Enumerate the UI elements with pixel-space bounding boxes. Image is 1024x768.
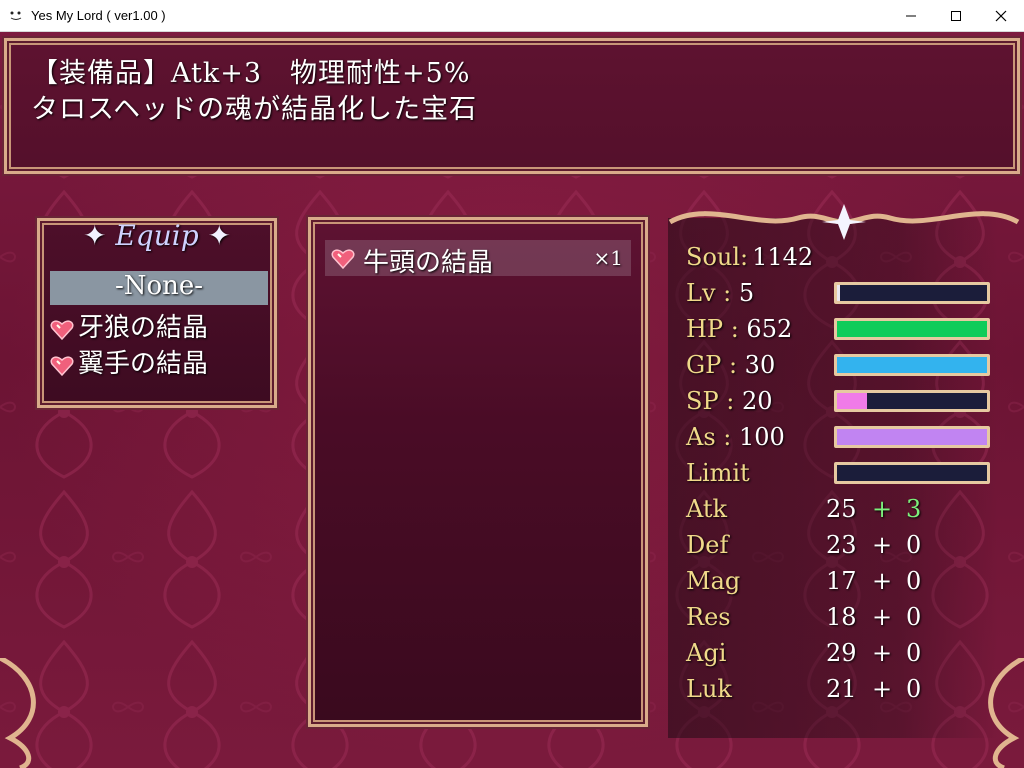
- heart-gem-icon: [50, 320, 74, 340]
- title-bar: Yes My Lord ( ver1.00 ): [0, 0, 1024, 32]
- stat-label: Res: [686, 603, 731, 631]
- gauge-sp: [834, 390, 990, 412]
- item-count: ×1: [593, 246, 623, 270]
- soul-value: 1142: [752, 243, 814, 271]
- stat-plus: +: [872, 567, 893, 595]
- stat-label: Atk: [686, 495, 728, 523]
- gauge-fill-as: [837, 429, 987, 445]
- equip-option-item[interactable]: 牙狼の結晶: [50, 307, 268, 343]
- heart-gem-icon: [50, 356, 74, 376]
- stat-base: 29: [826, 639, 857, 667]
- stat-label-sp: SP : 20: [686, 387, 773, 415]
- stat-label-lv: Lv : 5: [686, 279, 755, 307]
- minimize-button[interactable]: [888, 0, 934, 31]
- stat-bonus: 0: [906, 675, 922, 703]
- item-name: 牛頭の結晶: [363, 248, 494, 278]
- stat-bonus: 0: [906, 603, 922, 631]
- corner-ornament-left: [0, 658, 36, 768]
- app-icon: [8, 8, 24, 22]
- stat-value-gp: 30: [744, 351, 776, 379]
- stat-base: 23: [826, 531, 857, 559]
- stat-bonus: 0: [906, 639, 922, 667]
- stat-label-limit: Limit: [686, 459, 750, 487]
- stat-value-sp: 20: [741, 387, 773, 415]
- stat-value-lv: 5: [738, 279, 755, 307]
- equip-window: ✦ Equip ✦ -None- 牙狼の結晶 翼手の結晶: [37, 218, 277, 408]
- gauge-fill-gp: [837, 357, 987, 373]
- equip-option-none[interactable]: -None-: [50, 271, 268, 305]
- stat-value-as: 100: [739, 423, 785, 451]
- equip-option-label: -None-: [114, 271, 204, 301]
- equip-option-label: 翼手の結晶: [78, 349, 209, 379]
- minimize-icon: [906, 15, 916, 16]
- stat-base: 21: [826, 675, 857, 703]
- stat-base: 25: [826, 495, 857, 523]
- ornament-divider: [668, 204, 1020, 240]
- stat-label: Agi: [686, 639, 727, 667]
- equip-option-label: 牙狼の結晶: [78, 313, 209, 343]
- game-screen: 【装備品】Atk+3 物理耐性+5% タロスヘッドの魂が結晶化した宝石 ✦ Eq…: [0, 32, 1024, 768]
- stat-label-hp: HP : 652: [686, 315, 793, 343]
- stat-bonus: 3: [906, 495, 922, 523]
- corner-ornament-right: [988, 658, 1024, 768]
- maximize-button[interactable]: [933, 0, 979, 31]
- stat-label: Luk: [686, 675, 732, 703]
- stat-plus: +: [872, 675, 893, 703]
- gauge-lv: [834, 282, 990, 304]
- sparkle-icon: ✦: [207, 219, 232, 252]
- stat-bonus: 0: [906, 531, 922, 559]
- stat-plus: +: [872, 495, 893, 523]
- close-button[interactable]: [978, 0, 1024, 31]
- help-text-line-2: タロスヘッドの魂が結晶化した宝石: [31, 94, 478, 125]
- item-list-window: 牛頭の結晶 ×1: [308, 217, 648, 727]
- gauge-limit: [834, 462, 990, 484]
- item-row[interactable]: 牛頭の結晶 ×1: [325, 240, 631, 278]
- stat-label-as: As : 100: [686, 423, 785, 451]
- stat-label: Mag: [686, 567, 741, 595]
- stat-label-gp: GP : 30: [686, 351, 776, 379]
- heart-gem-icon: [331, 249, 355, 269]
- gauge-gp: [834, 354, 990, 376]
- stat-base: 18: [826, 603, 857, 631]
- equip-title-label: Equip: [115, 219, 199, 252]
- maximize-icon: [951, 10, 961, 21]
- stat-plus: +: [872, 639, 893, 667]
- gauge-fill-hp: [837, 321, 987, 337]
- stat-base: 17: [826, 567, 857, 595]
- soul-label: Soul: 1142: [686, 243, 814, 271]
- sparkle-icon: ✦: [82, 219, 107, 252]
- stat-bonus: 0: [906, 567, 922, 595]
- gauge-fill-sp: [837, 393, 867, 409]
- gauge-fill-lv: [837, 285, 840, 301]
- help-text-line-1: 【装備品】Atk+3 物理耐性+5%: [31, 58, 471, 89]
- stat-plus: +: [872, 531, 893, 559]
- close-icon: [995, 10, 1007, 21]
- gauge-hp: [834, 318, 990, 340]
- equip-title: ✦ Equip ✦: [40, 219, 274, 252]
- window-title: Yes My Lord ( ver1.00 ): [31, 8, 166, 23]
- stat-plus: +: [872, 603, 893, 631]
- gauge-as: [834, 426, 990, 448]
- stat-label: Def: [686, 531, 729, 559]
- stat-value-hp: 652: [746, 315, 793, 343]
- help-window: 【装備品】Atk+3 物理耐性+5% タロスヘッドの魂が結晶化した宝石: [4, 38, 1020, 174]
- equip-option-item[interactable]: 翼手の結晶: [50, 343, 268, 379]
